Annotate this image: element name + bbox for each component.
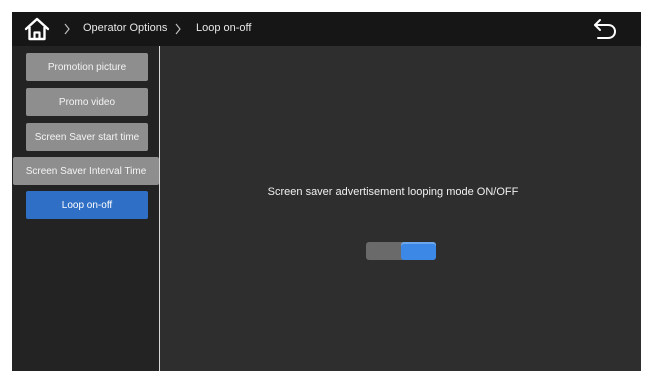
back-button[interactable]: [592, 18, 618, 40]
breadcrumb-current-page: Loop on-off: [196, 22, 252, 34]
chevron-right-icon: [175, 23, 181, 35]
sidebar-menu: Promotion picture Promo video Screen Sav…: [12, 46, 160, 371]
top-bar: Operator Options Loop on-off: [12, 12, 641, 46]
sidebar-item-screen-saver-interval-time[interactable]: Screen Saver Interval Time: [13, 157, 159, 185]
loop-mode-toggle[interactable]: [366, 242, 436, 260]
app-screen: Operator Options Loop on-off Promotion p…: [12, 12, 641, 371]
sidebar-item-promo-video[interactable]: Promo video: [26, 88, 148, 116]
main-panel: Screen saver advertisement looping mode …: [161, 46, 641, 371]
breadcrumb-operator-options[interactable]: Operator Options: [83, 22, 167, 34]
chevron-right-icon: [64, 23, 70, 35]
home-icon: [24, 17, 50, 41]
sidebar-item-loop-on-off[interactable]: Loop on-off: [26, 191, 148, 219]
back-arrow-icon: [594, 19, 617, 39]
sidebar-item-screen-saver-start-time[interactable]: Screen Saver start time: [26, 123, 148, 151]
sidebar-item-promotion-picture[interactable]: Promotion picture: [26, 53, 148, 81]
loop-mode-description: Screen saver advertisement looping mode …: [267, 186, 519, 198]
home-button[interactable]: [24, 17, 50, 41]
toggle-knob: [401, 242, 436, 260]
